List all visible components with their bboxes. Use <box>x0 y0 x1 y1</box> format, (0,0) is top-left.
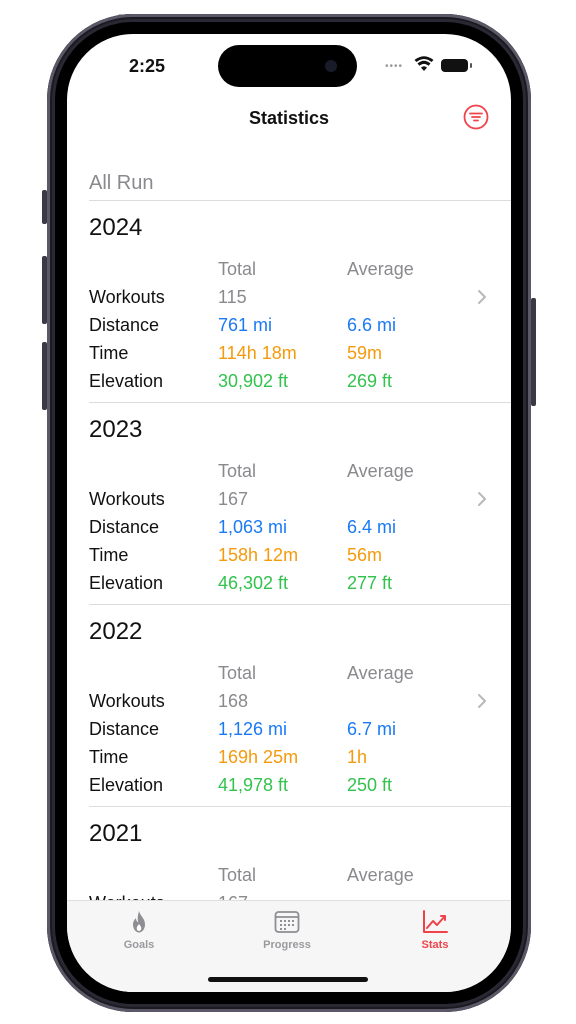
camera-lens <box>325 60 337 72</box>
workouts-label: Workouts <box>89 287 165 307</box>
battery-icon <box>441 59 472 72</box>
workouts-label: Workouts <box>89 691 165 711</box>
home-indicator[interactable] <box>208 977 368 982</box>
elevation-average: 269 ft <box>347 371 393 391</box>
dynamic-island <box>218 45 357 87</box>
distance-average: 6.4 mi <box>347 517 397 537</box>
elevation-label: Elevation <box>89 573 164 593</box>
chevron-right-icon[interactable] <box>477 289 487 305</box>
distance-label: Distance <box>89 517 160 537</box>
tab-goals[interactable]: Goals <box>94 909 184 959</box>
tab-label: Stats <box>421 939 449 951</box>
cellular-signal-icon: •••• <box>385 61 404 72</box>
average-column-header: Average <box>347 865 414 885</box>
filter-icon[interactable] <box>463 104 489 130</box>
screen: 2:25 •••• Statistics All Run 2024 Total … <box>67 34 511 992</box>
time-label: Time <box>89 343 129 363</box>
chevron-right-icon[interactable] <box>477 491 487 507</box>
elevation-average: 277 ft <box>347 573 393 593</box>
workouts-total: 115 <box>218 287 247 307</box>
time-label: Time <box>89 545 129 565</box>
year-section-2024[interactable]: 2024 Total Average Workouts Distance Tim… <box>67 201 511 403</box>
time-total: 114h 18m <box>218 343 297 363</box>
workouts-total: 167 <box>218 893 248 900</box>
time-label: Time <box>89 747 129 767</box>
average-column-header: Average <box>347 663 414 683</box>
wifi-icon <box>414 56 434 71</box>
workouts-label: Workouts <box>89 489 165 509</box>
elevation-total: 46,302 ft <box>218 573 289 593</box>
year-title: 2021 <box>89 820 143 847</box>
status-time: 2:25 <box>129 56 166 76</box>
distance-total: 761 mi <box>218 315 273 335</box>
elevation-average: 250 ft <box>347 775 393 795</box>
power-button <box>531 298 536 406</box>
year-section-2022[interactable]: 2022 Total Average Workouts Distance Tim… <box>67 605 511 807</box>
total-column-header: Total <box>218 461 257 481</box>
total-column-header: Total <box>218 259 257 279</box>
year-title: 2023 <box>89 416 143 443</box>
year-section-2023[interactable]: 2023 Total Average Workouts Distance Tim… <box>67 403 511 605</box>
stats-list[interactable]: All Run 2024 Total Average Workouts Dist… <box>67 168 511 900</box>
distance-average: 6.7 mi <box>347 719 397 739</box>
tab-progress[interactable]: Progress <box>242 909 332 959</box>
average-column-header: Average <box>347 461 414 481</box>
distance-label: Distance <box>89 315 160 335</box>
year-title: 2024 <box>89 214 143 241</box>
elevation-label: Elevation <box>89 775 164 795</box>
page-title: Statistics <box>248 108 330 128</box>
chart-icon <box>423 910 448 933</box>
flame-icon <box>133 911 145 933</box>
total-column-header: Total <box>218 865 257 885</box>
activity-filter-label[interactable]: All Run <box>89 172 153 195</box>
time-average: 1h <box>347 747 368 767</box>
distance-average: 6.6 mi <box>347 315 397 335</box>
tab-label: Progress <box>263 939 311 951</box>
year-section-2021[interactable]: 2021 Total Average Workouts 167 <box>67 807 511 900</box>
elevation-label: Elevation <box>89 371 164 391</box>
elevation-total: 30,902 ft <box>218 371 289 391</box>
total-column-header: Total <box>218 663 257 683</box>
time-average: 59m <box>347 343 383 363</box>
time-total: 169h 25m <box>218 747 299 767</box>
workouts-label: Workouts <box>89 893 165 900</box>
distance-label: Distance <box>89 719 160 739</box>
time-total: 158h 12m <box>218 545 299 565</box>
workouts-total: 167 <box>218 489 249 509</box>
average-column-header: Average <box>347 259 414 279</box>
distance-total: 1,063 mi <box>218 517 288 537</box>
year-title: 2022 <box>89 618 143 645</box>
distance-total: 1,126 mi <box>218 719 288 739</box>
tab-label: Goals <box>123 939 155 951</box>
tab-stats[interactable]: Stats <box>390 909 480 959</box>
chevron-right-icon[interactable] <box>477 693 487 709</box>
time-average: 56m <box>347 545 383 565</box>
workouts-total: 168 <box>218 691 249 711</box>
calendar-icon <box>274 911 300 933</box>
elevation-total: 41,978 ft <box>218 775 289 795</box>
